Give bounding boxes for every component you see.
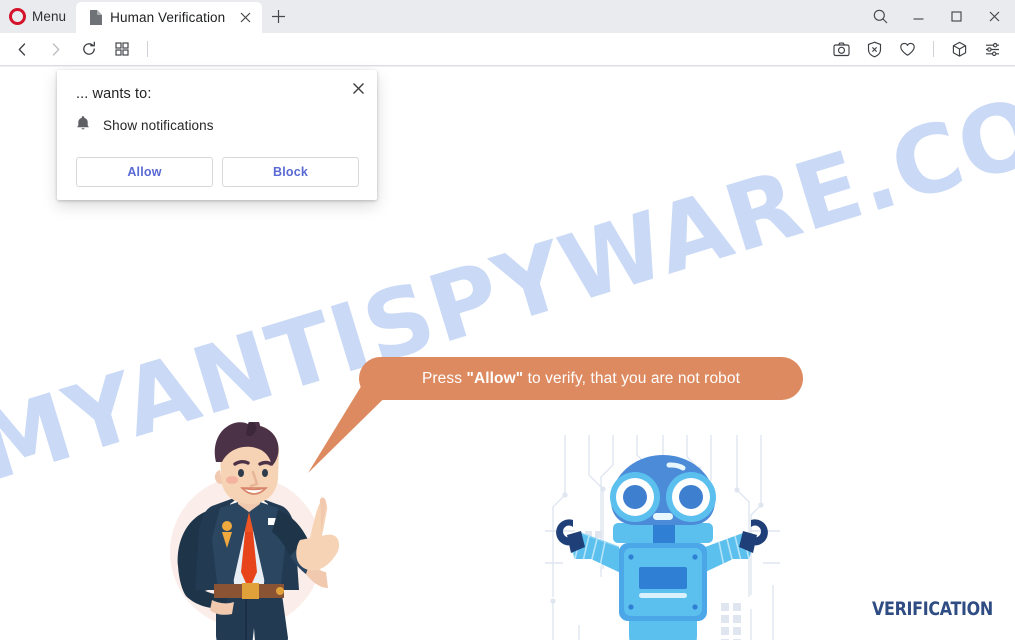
navigation-toolbar <box>0 33 1015 66</box>
blue-robot-illustration <box>545 435 780 640</box>
page-favicon-icon <box>89 10 103 25</box>
toolbar-separator-right <box>933 41 934 57</box>
heart-icon[interactable] <box>891 33 924 66</box>
new-tab-button[interactable] <box>262 0 294 33</box>
forward-arrow-icon <box>39 33 72 66</box>
tab-close-icon[interactable] <box>236 9 254 27</box>
window-controls <box>861 0 1015 33</box>
close-icon[interactable] <box>348 78 368 98</box>
reload-icon[interactable] <box>72 33 105 66</box>
sliders-icon[interactable] <box>976 33 1009 66</box>
notification-permission-dialog: ... wants to: Show notifications Allow B… <box>57 70 377 200</box>
shield-block-icon[interactable] <box>858 33 891 66</box>
opera-menu-button[interactable]: Menu <box>0 0 76 33</box>
speech-bubble: Press "Allow" to verify, that you are no… <box>359 357 803 400</box>
cube-icon[interactable] <box>943 33 976 66</box>
speech-bubble-text: Press "Allow" to verify, that you are no… <box>421 369 741 387</box>
window-close-icon[interactable] <box>975 0 1013 33</box>
browser-window: Menu Human Verification MYANTISPYWARE.CO… <box>0 0 1015 640</box>
verification-logo: VERIFICATION <box>872 598 993 620</box>
speed-dial-icon[interactable] <box>105 33 138 66</box>
block-button[interactable]: Block <box>222 157 359 187</box>
dialog-title: ... wants to: <box>76 86 152 102</box>
permission-label: Show notifications <box>103 118 214 133</box>
search-icon[interactable] <box>861 0 899 33</box>
tab-human-verification[interactable]: Human Verification <box>76 2 263 33</box>
toolbar-separator <box>147 41 148 57</box>
tab-strip: Menu Human Verification <box>0 0 1015 33</box>
camera-icon[interactable] <box>825 33 858 66</box>
back-arrow-icon[interactable] <box>6 33 39 66</box>
permission-row: Show notifications <box>76 115 214 136</box>
dialog-buttons: Allow Block <box>76 157 359 187</box>
minimize-icon[interactable] <box>899 0 937 33</box>
maximize-icon[interactable] <box>937 0 975 33</box>
opera-logo-icon <box>9 8 26 25</box>
allow-button[interactable]: Allow <box>76 157 213 187</box>
toolbar-right-icons <box>825 33 1015 66</box>
bell-icon <box>76 115 90 136</box>
tab-title: Human Verification <box>110 10 226 25</box>
menu-label: Menu <box>32 9 67 24</box>
tab-strip-spacer <box>294 0 861 33</box>
